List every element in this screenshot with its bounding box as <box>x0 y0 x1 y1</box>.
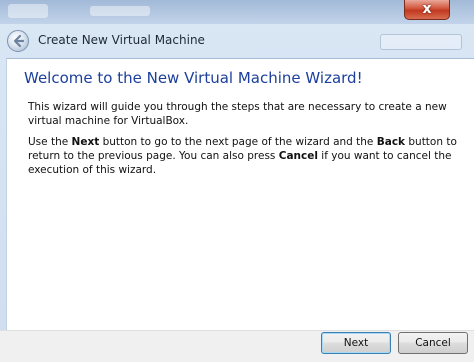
background-window-element <box>90 6 150 16</box>
screen: x Create New Virtual Machine Welcome to … <box>0 0 474 362</box>
back-arrow-icon <box>13 34 25 48</box>
instructions-cancel-word: Cancel <box>278 150 318 162</box>
close-icon: x <box>422 1 432 17</box>
cancel-button[interactable]: Cancel <box>398 332 468 354</box>
instructions-back-word: Back <box>376 136 406 148</box>
instructions-next-word: Next <box>71 136 100 148</box>
wizard-content-panel: Welcome to the New Virtual Machine Wizar… <box>6 58 474 330</box>
wizard-heading: Welcome to the New Virtual Machine Wizar… <box>24 69 363 87</box>
instructions-segment: Use the <box>28 136 72 148</box>
window-title: Create New Virtual Machine <box>38 33 205 47</box>
background-window-element <box>380 34 462 50</box>
close-button[interactable]: x <box>404 0 450 20</box>
background-window-element <box>8 4 48 18</box>
next-button[interactable]: Next <box>321 332 391 354</box>
background-window-strip <box>0 0 474 24</box>
back-navigation-button[interactable] <box>7 30 29 52</box>
wizard-instructions-text: Use the Next button to go to the next pa… <box>28 135 468 177</box>
instructions-segment: button to go to the next page of the wiz… <box>99 136 377 148</box>
wizard-intro-text: This wizard will guide you through the s… <box>28 101 447 127</box>
